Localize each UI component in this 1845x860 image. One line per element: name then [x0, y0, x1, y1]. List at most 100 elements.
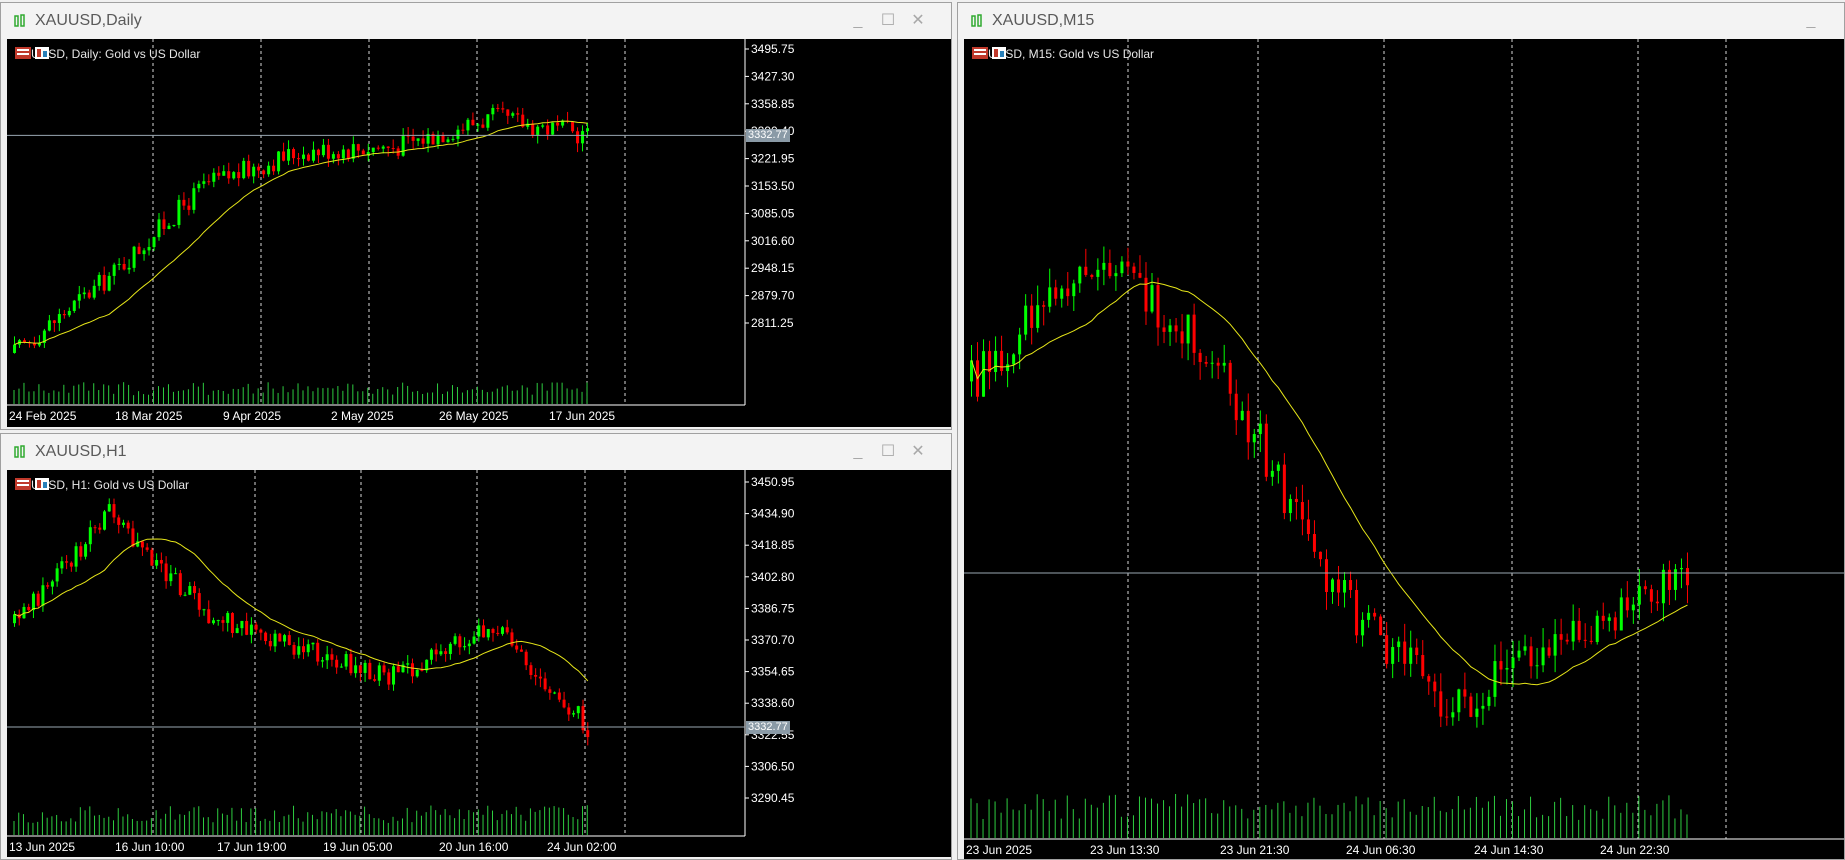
candle-body [297, 158, 301, 160]
candle-body [1655, 601, 1659, 604]
candle-body [543, 678, 547, 690]
candle-body [581, 706, 585, 731]
minimize-button[interactable]: _ [847, 442, 869, 462]
candlestick-icon [14, 445, 25, 458]
window-titlebar[interactable]: XAUUSD,Daily _ ☐ ✕ [1, 3, 951, 39]
price-tick-label: 3386.75 [751, 601, 795, 615]
candle-body [451, 138, 455, 140]
candle-body [1162, 327, 1166, 332]
time-tick-label: 24 Jun 22:30 [1600, 843, 1670, 857]
candle-body [453, 636, 457, 644]
candle-body [1349, 580, 1353, 590]
candle-body [306, 644, 310, 653]
candle-body [1409, 647, 1413, 664]
candle-body [112, 264, 116, 276]
candle-body [197, 593, 201, 610]
candle-body [217, 172, 221, 176]
candle-body [232, 172, 236, 179]
candle-body [1228, 362, 1232, 394]
candle-body [13, 344, 16, 353]
chart-area[interactable]: 24 Feb 2025 18 Mar 2025 9 Apr 2025 2 May 20… [7, 39, 951, 427]
chart-area[interactable]: 23 Jun 2025 23 Jun 13:30 23 Jun 21:30 24 Ju… [964, 39, 1845, 860]
candle-body [267, 165, 271, 175]
candle-body [67, 310, 71, 316]
candle-body [448, 643, 452, 654]
candle-body [1042, 305, 1046, 307]
candle-body [1571, 620, 1575, 642]
candle-body [1036, 305, 1040, 328]
price-tick-label: 3085.05 [751, 206, 795, 220]
candle-body [1433, 681, 1437, 692]
candle-body [164, 563, 168, 582]
chart-canvas[interactable]: 23 Jun 2025 23 Jun 13:30 23 Jun 21:30 24 Ju… [964, 39, 1845, 860]
candle-body [97, 274, 101, 286]
chart-canvas[interactable]: 13 Jun 2025 16 Jun 10:00 17 Jun 19:00 19 Ju… [7, 470, 951, 857]
candle-body [1529, 646, 1533, 667]
candle-body [306, 154, 310, 161]
candle-body [491, 629, 495, 633]
candle-body [249, 624, 253, 635]
close-button[interactable]: ✕ [907, 11, 929, 31]
candle-body [358, 665, 362, 673]
candle-body [361, 150, 365, 155]
candle-body [1637, 586, 1641, 605]
price-tick-label: 3495.75 [751, 42, 795, 56]
candle-body [1024, 305, 1028, 335]
time-tick-label: 13 Jun 2025 [9, 840, 75, 854]
chart-window-m15[interactable]: XAUUSD,M15 _ 23 Jun 2025 23 Jun 13:30 23 J… [957, 2, 1845, 860]
candle-body [320, 660, 324, 662]
candle-body [476, 124, 480, 126]
candle-body [1331, 579, 1334, 592]
candle-body [331, 154, 335, 159]
candle-body [117, 263, 121, 265]
candle-body [1427, 676, 1431, 682]
candle-body [446, 139, 450, 143]
candlestick-icon [14, 14, 25, 27]
candle-body [571, 121, 575, 132]
maximize-button[interactable]: ☐ [877, 442, 899, 462]
candle-body [387, 672, 391, 685]
chart-area[interactable]: 13 Jun 2025 16 Jun 10:00 17 Jun 19:00 19 Ju… [7, 470, 951, 857]
candle-body [429, 649, 433, 660]
time-tick-label: 16 Jun 10:00 [115, 840, 185, 854]
candle-body [576, 131, 580, 144]
chart-window-h1[interactable]: XAUUSD,H1 _ ☐ ✕ 13 Jun 2025 16 Jun 10:00 1… [0, 433, 952, 860]
candle-body [297, 646, 301, 655]
candle-body [477, 625, 481, 637]
candle-body [506, 109, 510, 116]
price-tick-label: 3306.50 [751, 759, 795, 773]
minimize-button[interactable]: _ [847, 11, 869, 31]
candle-body [131, 528, 135, 547]
candle-body [1210, 362, 1214, 364]
candle-body [1072, 283, 1076, 297]
candle-body [235, 628, 239, 634]
candle-body [150, 549, 154, 566]
candle-body [62, 314, 66, 316]
candle-body [1126, 261, 1130, 267]
candle-body [500, 627, 504, 634]
candle-body [1577, 620, 1581, 640]
candle-body [1541, 647, 1545, 666]
candle-body [439, 651, 443, 655]
window-title: XAUUSD,M15 [992, 12, 1095, 29]
window-titlebar[interactable]: XAUUSD,M15 _ [958, 3, 1844, 39]
chart-canvas[interactable]: 24 Feb 2025 18 Mar 2025 9 Apr 2025 2 May 20… [7, 39, 951, 427]
time-tick-label: 23 Jun 13:30 [1090, 843, 1160, 857]
current-price-label: 3332.77 [746, 129, 790, 143]
candle-body [145, 547, 149, 550]
price-tick-label: 3402.80 [751, 570, 795, 584]
candle-body [381, 146, 385, 149]
candle-body [444, 651, 448, 654]
candle-body [193, 586, 197, 594]
candle-body [344, 654, 348, 667]
minimize-button[interactable]: _ [1800, 11, 1822, 31]
chart-window-daily[interactable]: XAUUSD,Daily _ ☐ ✕ 24 Feb 2025 18 Mar 202… [0, 2, 952, 430]
close-button[interactable]: ✕ [907, 442, 929, 462]
candle-body [1222, 362, 1226, 366]
candle-body [339, 666, 343, 668]
candle-body [174, 573, 178, 575]
maximize-button[interactable]: ☐ [877, 11, 899, 31]
window-titlebar[interactable]: XAUUSD,H1 _ ☐ ✕ [1, 434, 951, 470]
candle-body [245, 620, 249, 635]
candle-body [92, 285, 96, 298]
